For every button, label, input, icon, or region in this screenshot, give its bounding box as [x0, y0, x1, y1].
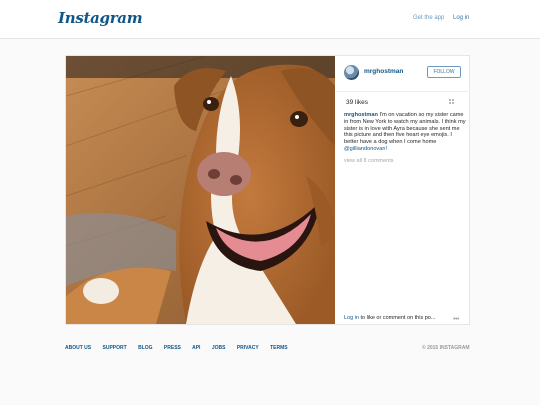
- footer-link-jobs[interactable]: JOBS: [212, 345, 226, 351]
- follow-button[interactable]: FOLLOW: [427, 66, 461, 78]
- heart-icon[interactable]: [449, 99, 455, 105]
- footer-link-blog[interactable]: BLOG: [138, 345, 152, 351]
- post-photo[interactable]: [66, 56, 335, 324]
- login-link[interactable]: Log in: [453, 15, 469, 21]
- post-sidebar: mrghostman FOLLOW 39 likes mrghostman I'…: [336, 56, 470, 324]
- login-to-comment: Log in to like or comment on this po...: [344, 315, 464, 321]
- more-options-icon[interactable]: •••: [453, 316, 459, 323]
- footer-links: ABOUT US SUPPORT BLOG PRESS API JOBS PRI…: [65, 345, 298, 351]
- view-all-comments-link[interactable]: view all 8 comments: [344, 158, 394, 164]
- footer-link-api[interactable]: API: [192, 345, 200, 351]
- avatar[interactable]: [344, 65, 359, 80]
- post-card: mrghostman FOLLOW 39 likes mrghostman I'…: [65, 55, 470, 325]
- login-comment-link[interactable]: Log in: [344, 315, 359, 321]
- instagram-logo[interactable]: Instagram: [58, 9, 143, 27]
- copyright: © 2015 INSTAGRAM: [422, 345, 470, 351]
- caption-username[interactable]: mrghostman: [344, 112, 378, 118]
- get-the-app-link[interactable]: Get the app: [413, 15, 444, 21]
- footer-link-privacy[interactable]: PRIVACY: [237, 345, 259, 351]
- footer-link-press[interactable]: PRESS: [164, 345, 181, 351]
- post-header: mrghostman FOLLOW: [336, 56, 470, 92]
- like-count: 39 likes: [346, 99, 369, 106]
- dog-photo-image: [66, 56, 335, 324]
- username-link[interactable]: mrghostman: [364, 68, 403, 75]
- caption-mention[interactable]: @gilliandonovan!: [344, 146, 387, 152]
- post-caption: mrghostman I'm on vacation so my sister …: [344, 112, 466, 153]
- top-navigation-bar: Instagram Get the app Log in: [0, 0, 540, 39]
- login-comment-suffix: to like or comment on this po...: [359, 315, 436, 321]
- footer-link-terms[interactable]: TERMS: [270, 345, 288, 351]
- footer-link-about[interactable]: ABOUT US: [65, 345, 91, 351]
- footer-link-support[interactable]: SUPPORT: [103, 345, 127, 351]
